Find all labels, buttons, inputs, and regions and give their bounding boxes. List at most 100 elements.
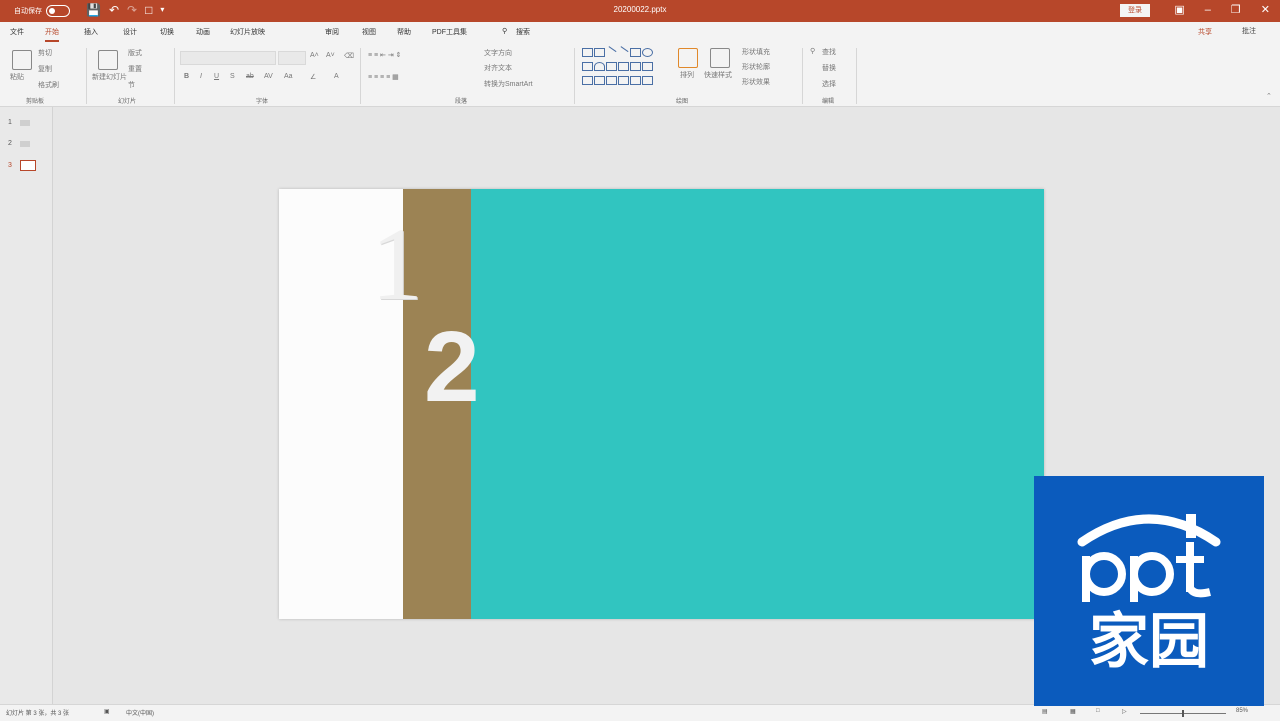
section-button[interactable]: 节 (128, 80, 135, 90)
thumbnail-preview (19, 140, 30, 147)
clear-format-icon[interactable]: ⌫ (344, 52, 354, 60)
paste-icon[interactable] (12, 50, 32, 70)
group-label-font: 字体 (256, 99, 269, 105)
grow-font-icon[interactable]: A˄ (310, 52, 319, 59)
shapes-gallery[interactable] (582, 46, 662, 88)
font-name-dropdown[interactable] (180, 51, 276, 65)
tab-view[interactable]: 视图 (362, 27, 376, 37)
tab-transitions[interactable]: 切换 (160, 27, 174, 37)
quick-styles-button[interactable]: 快速样式 (704, 70, 732, 80)
group-label-slides: 幻灯片 (118, 99, 137, 105)
thumbnail-preview (19, 119, 30, 126)
title-bar: 自动保存 💾 ↶ ↷ □ ▾ 20200022.pptx 登录 ▣ – ❐ ✕ (0, 0, 1280, 22)
text-direction-button[interactable]: 文字方向 (484, 48, 512, 58)
tab-insert[interactable]: 插入 (84, 27, 98, 37)
close-icon[interactable]: ✕ (1261, 3, 1270, 17)
char-spacing-icon[interactable]: AV (264, 73, 273, 80)
italic-icon[interactable]: I (200, 73, 202, 80)
smartart-button[interactable]: 转换为SmartArt (484, 79, 533, 89)
status-bar: 幻灯片 第 3 张，共 3 张 ▣ 中文(中国) ▤ ▦ □ ▷ 85% (0, 704, 1280, 721)
thumbnail-item[interactable]: 2 (8, 140, 30, 147)
bold-icon[interactable]: B (184, 73, 189, 80)
tab-home[interactable]: 开始 (45, 27, 59, 42)
thumbnail-preview (19, 160, 36, 171)
cut-button[interactable]: 剪切 (38, 48, 52, 58)
thumbnail-item[interactable]: 1 (8, 119, 30, 126)
normal-view-icon[interactable]: ▤ (1042, 708, 1048, 715)
restore-icon[interactable]: ❐ (1231, 3, 1241, 17)
zoom-slider-knob[interactable] (1182, 710, 1184, 717)
ribbon-separator (174, 48, 175, 104)
reset-button[interactable]: 重置 (128, 64, 142, 74)
ribbon-display-icon[interactable]: ▣ (1174, 3, 1184, 17)
change-case-icon[interactable]: Aa (284, 73, 293, 80)
quick-styles-icon[interactable] (710, 48, 730, 68)
ribbon-separator (360, 48, 361, 104)
group-label-drawing: 绘图 (676, 99, 689, 105)
search-icon[interactable]: ⚲ (502, 27, 507, 35)
align-icons[interactable]: ≡ ≡ ≡ ≡ ▦ (368, 73, 399, 81)
replace-button[interactable]: 替换 (822, 63, 836, 73)
thumbnail-item-selected[interactable]: 3 (8, 160, 36, 171)
select-button[interactable]: 选择 (822, 79, 836, 89)
accessibility-icon[interactable]: ▣ (104, 708, 110, 715)
svg-text:家园: 家园 (1089, 607, 1209, 677)
minimize-icon[interactable]: – (1205, 3, 1211, 17)
shadow-icon[interactable]: S (230, 73, 235, 80)
digit-two[interactable]: 2 (424, 317, 480, 417)
new-slide-button[interactable]: 新建幻灯片 (92, 72, 127, 82)
ribbon-separator (802, 48, 803, 104)
slideshow-icon[interactable]: ▷ (1122, 708, 1127, 715)
tab-search[interactable]: 搜索 (516, 27, 530, 37)
slide-sorter-icon[interactable]: ▦ (1070, 708, 1076, 715)
window-controls: ▣ – ❐ ✕ (1174, 3, 1270, 17)
collapse-ribbon-icon[interactable]: ⌃ (1266, 92, 1272, 100)
signin-button[interactable]: 登录 (1120, 4, 1150, 17)
ribbon-separator (856, 48, 857, 104)
tab-file[interactable]: 文件 (10, 27, 24, 37)
tab-design[interactable]: 设计 (123, 27, 137, 37)
highlight-icon[interactable]: ∠ (310, 73, 316, 81)
shape-outline-button[interactable]: 形状轮廓 (742, 62, 770, 72)
shape-effects-button[interactable]: 形状效果 (742, 77, 770, 87)
layout-button[interactable]: 版式 (128, 48, 142, 58)
font-color-icon[interactable]: A (334, 73, 339, 80)
tab-help[interactable]: 帮助 (397, 27, 411, 37)
digit-one[interactable]: 1 (371, 213, 423, 317)
bullets-icon[interactable]: ≡ ≡ ⇤ ⇥ ⇕ (368, 51, 402, 59)
underline-icon[interactable]: U (214, 73, 219, 80)
shrink-font-icon[interactable]: A˅ (326, 52, 335, 59)
arrange-button[interactable]: 排列 (680, 70, 694, 80)
ribbon-tabs: 文件 开始 插入 设计 切换 动画 幻灯片放映 审阅 视图 帮助 PDF工具集 … (0, 22, 1280, 42)
font-size-dropdown[interactable] (278, 51, 306, 65)
reading-view-icon[interactable]: □ (1096, 708, 1100, 714)
format-painter-button[interactable]: 格式刷 (38, 80, 59, 90)
arrange-icon[interactable] (678, 48, 698, 68)
slide-thumbnail-pane: 1 2 3 (0, 107, 53, 704)
teal-band[interactable] (471, 189, 1044, 619)
strikethrough-icon[interactable]: ab (246, 73, 254, 80)
share-button[interactable]: 共享 (1198, 27, 1212, 37)
comment-button[interactable]: 批注 (1242, 26, 1256, 36)
paste-button[interactable]: 粘贴 (10, 72, 24, 82)
slide[interactable]: 1 2 (279, 189, 1044, 619)
group-label-paragraph: 段落 (455, 99, 468, 105)
tab-animations[interactable]: 动画 (196, 27, 210, 37)
group-label-editing: 编辑 (822, 99, 835, 105)
ppt-home-logo: 家园 (1077, 514, 1221, 677)
tab-review[interactable]: 审阅 (325, 27, 339, 37)
language-label[interactable]: 中文(中国) (126, 708, 154, 717)
shape-fill-button[interactable]: 形状填充 (742, 47, 770, 57)
find-button[interactable]: 查找 (822, 47, 836, 57)
zoom-level[interactable]: 85% (1236, 708, 1248, 714)
align-text-button[interactable]: 对齐文本 (484, 63, 512, 73)
ribbon-separator (86, 48, 87, 104)
find-icon[interactable]: ⚲ (810, 47, 815, 55)
document-title: 20200022.pptx (613, 5, 667, 14)
tab-slideshow[interactable]: 幻灯片放映 (230, 27, 265, 37)
watermark-logo: 家园 (1034, 476, 1264, 706)
new-slide-icon[interactable] (98, 50, 118, 70)
copy-button[interactable]: 复制 (38, 64, 52, 74)
tab-pdf-tools[interactable]: PDF工具集 (432, 27, 467, 37)
slide-info: 幻灯片 第 3 张，共 3 张 (6, 711, 70, 717)
